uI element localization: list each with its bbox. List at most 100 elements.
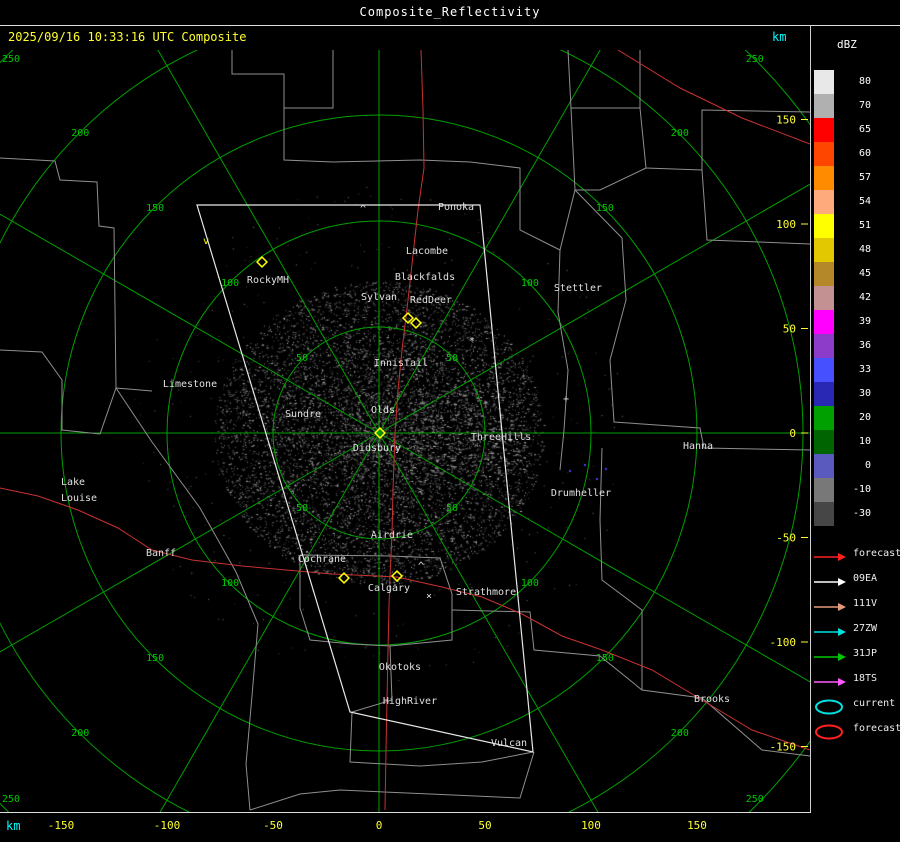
ring-distance-label: 150 [146, 653, 164, 664]
colorbar-swatch [814, 190, 834, 214]
km-unit-bottom-left: km [6, 819, 20, 833]
legend-label: 27ZW [853, 623, 877, 634]
colorbar-swatch [814, 382, 834, 406]
city-label: Innisfail [374, 358, 428, 369]
legend-label: forecast [853, 723, 900, 734]
legend-ellipse-icon [813, 724, 849, 740]
legend-label: current [853, 698, 895, 709]
colorbar-swatch [814, 214, 834, 238]
legend-label: 31JP [853, 648, 877, 659]
bottom-axis-label: 100 [581, 819, 601, 832]
legend-item: forecast [813, 721, 849, 739]
km-unit-top-right: km [772, 30, 786, 44]
right-axis-label: 50 [783, 323, 796, 336]
county-boundary [452, 610, 810, 756]
legend-arrow-icon [813, 674, 849, 690]
map-marker-glyph: * [469, 336, 475, 347]
legend-item: current [813, 696, 849, 714]
colorbar-level-label: 51 [841, 220, 871, 231]
ring-distance-label: 50 [296, 353, 308, 364]
window-title: Composite_Reflectivity [0, 0, 900, 26]
city-label: Okotoks [379, 662, 421, 673]
colorbar-level-label: 36 [841, 340, 871, 351]
radar-site-marker [392, 571, 402, 581]
right-axis-label: 0 [789, 427, 796, 440]
ring-distance-label: 200 [71, 128, 89, 139]
radial-line [0, 433, 379, 812]
city-label: Limestone [163, 379, 217, 390]
city-label: Airdrie [371, 530, 413, 541]
city-label: Blackfalds [395, 272, 455, 283]
colorbar-level-label: 57 [841, 172, 871, 183]
legend-item: 111V [813, 596, 849, 614]
ring-distance-label: 200 [71, 728, 89, 739]
county-boundary [232, 50, 333, 108]
city-label: Didsbury [353, 443, 401, 454]
city-label: Stettler [554, 283, 602, 294]
city-label: Banff [146, 548, 176, 559]
colorbar-level-label: 0 [841, 460, 871, 471]
map-marker-glyph: ^ [418, 561, 424, 572]
radar-app-window: { "title": "Composite_Reflectivity", "he… [0, 0, 900, 841]
colorbar-swatch [814, 454, 834, 478]
legend-ellipse-icon [813, 699, 849, 715]
colorbar-swatch [814, 502, 834, 526]
legend-item: forecast [813, 546, 849, 564]
ring-distance-label: 100 [521, 578, 539, 589]
city-label: Louise [61, 493, 97, 504]
ring-distance-label: 250 [2, 794, 20, 805]
city-label: Lake [61, 477, 85, 488]
city-label: Drumheller [551, 488, 611, 499]
radar-site-marker [403, 313, 413, 323]
county-boundary [575, 168, 646, 190]
bottom-axis-label: 50 [478, 819, 491, 832]
colorbar-level-label: -30 [841, 508, 871, 519]
colorbar-swatch [814, 286, 834, 310]
dbz-unit-label: dBZ [837, 38, 857, 51]
colorbar-level-label: 39 [841, 316, 871, 327]
ring-distance-label: 150 [596, 203, 614, 214]
right-axis-label: 100 [776, 218, 796, 231]
radial-line [0, 50, 379, 433]
legend-arrow-icon [813, 624, 849, 640]
ring-distance-label: 50 [296, 503, 308, 514]
info-bar: 2025/09/16 10:33:16 UTC Composite km [0, 26, 810, 50]
right-axis-label: 150 [776, 114, 796, 127]
legend-item: 27ZW [813, 621, 849, 639]
city-label: Strathmore [456, 587, 516, 598]
bottom-axis-label: 150 [687, 819, 707, 832]
colorbar-swatch [814, 238, 834, 262]
bottom-axis-label: -50 [263, 819, 283, 832]
colorbar-level-label: 10 [841, 436, 871, 447]
county-boundary [702, 170, 810, 244]
radar-site-marker [411, 318, 421, 328]
county-boundary [284, 108, 470, 162]
county-boundary [0, 350, 116, 434]
colorbar-level-label: 54 [841, 196, 871, 207]
legend-item: 31JP [813, 646, 849, 664]
colorbar-level-label: 80 [841, 76, 871, 87]
colorbar-swatch [814, 94, 834, 118]
city-label: Sundre [285, 409, 321, 420]
colorbar-swatch [814, 310, 834, 334]
bottom-axis: km -150-100-50050100150 [0, 812, 811, 842]
ring-distance-label: 200 [671, 728, 689, 739]
ring-distance-label: 100 [221, 578, 239, 589]
ring-distance-label: 50 [446, 353, 458, 364]
right-axis-label: -50 [776, 532, 796, 545]
city-label: RedDeer [410, 295, 452, 306]
colorbar-level-label: 60 [841, 148, 871, 159]
colorbar-level-label: 20 [841, 412, 871, 423]
colorbar-swatch [814, 406, 834, 430]
city-label: ThreeHills [471, 432, 531, 443]
county-boundary [575, 190, 810, 450]
legend-label: 111V [853, 598, 877, 609]
side-panel: dBZ 807065605754514845423936333020100-10… [811, 26, 900, 841]
city-label: Lacombe [406, 246, 448, 257]
ring-distance-label: 150 [146, 203, 164, 214]
ring-distance-label: 200 [671, 128, 689, 139]
city-label: Ponoka [438, 202, 474, 213]
radial-line [0, 50, 379, 433]
bottom-axis-label: -100 [154, 819, 181, 832]
legend-item: 09EA [813, 571, 849, 589]
